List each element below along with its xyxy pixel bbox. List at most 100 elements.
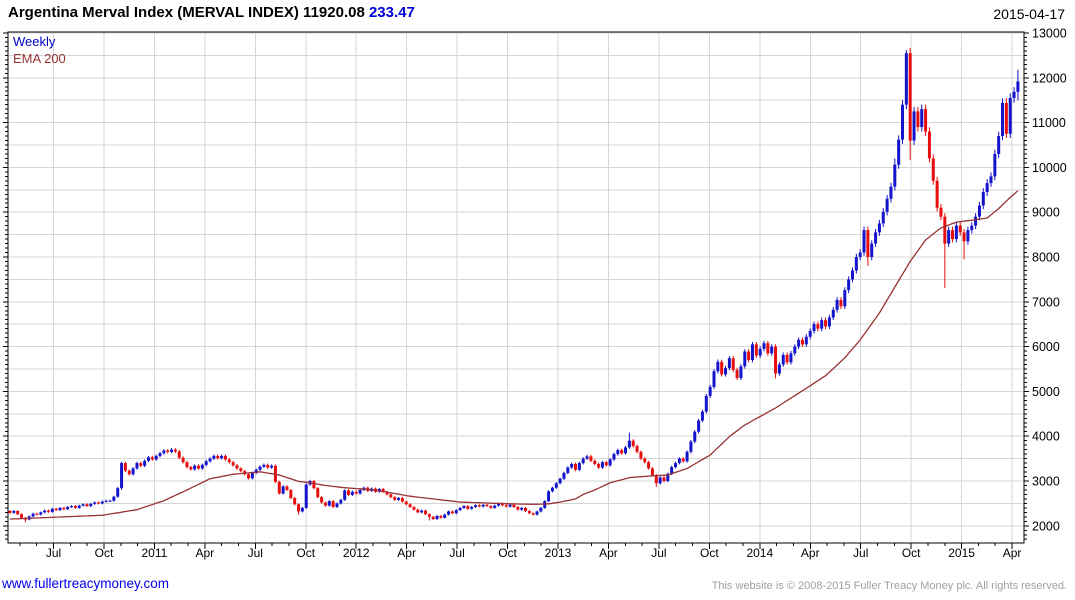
candle [550,486,554,493]
candle [208,457,212,463]
candle [431,515,435,520]
candle [627,432,631,449]
candle [281,485,285,495]
candle [58,506,62,512]
candle [439,515,443,519]
candle [146,455,150,463]
candle [539,506,543,513]
candle [54,507,58,512]
candle [285,485,289,492]
candle [470,506,474,510]
candle [343,489,347,501]
candle [727,355,731,371]
candle [447,510,451,516]
candle [185,460,189,469]
candle [793,344,797,356]
candle [966,226,970,245]
candle [420,509,424,514]
candle [624,445,628,455]
candle [570,462,574,469]
candle [993,149,997,181]
candle [270,464,274,469]
x-tick-label: 2015 [948,546,975,560]
y-tick-label: 7000 [1032,295,1060,309]
y-axis-labels: 2000 3000 4000 5000 6000 7000 8000 9000 10000 110… [1032,27,1067,534]
candle [800,337,804,347]
candle [354,490,358,495]
candle [473,504,477,508]
candle [874,228,878,247]
candle [23,516,27,523]
candle [770,344,774,356]
x-tick-label: Apr [1003,546,1022,560]
candle [600,460,604,469]
candle [20,513,24,519]
candle [116,487,120,498]
candle [901,100,905,144]
x-tick-label: Oct [296,546,315,560]
candle [304,483,308,509]
candle [897,135,901,169]
candle [685,450,689,463]
candle [493,504,497,509]
candle [46,509,50,513]
gridlines [9,32,1023,542]
candle [962,228,966,260]
candle [1008,93,1012,139]
candle [735,367,739,381]
candle [835,297,839,313]
candle [743,349,747,369]
x-tick-label: Oct [902,546,921,560]
candle [820,317,824,332]
candle [731,355,735,373]
candle [931,154,935,185]
candle [635,444,639,454]
candle [904,50,908,110]
candle [697,418,701,434]
candle [997,131,1001,159]
candle [862,226,866,256]
page: Argentina Merval Index (MERVAL INDEX) 11… [0,0,1075,600]
candle [804,334,808,347]
candle [404,500,408,506]
candle [789,350,793,365]
site-link[interactable]: www.fullertreacymoney.com [2,576,169,591]
candle [266,463,270,469]
candle [985,179,989,196]
candle [912,106,916,145]
candle [450,510,454,515]
candle [416,508,420,514]
candle [189,465,193,471]
candle [293,496,297,506]
legend-ema-200: EMA 200 [13,51,66,66]
candle [485,503,489,508]
candle [331,500,335,508]
candle [77,504,81,509]
candle [1016,69,1020,101]
candle [604,460,608,467]
y-tick-label: 3000 [1032,475,1060,489]
candle [462,505,466,509]
candle [397,496,401,501]
candle [154,454,158,461]
candle [158,451,162,458]
candle [477,504,481,508]
candle [747,349,751,363]
candle [847,276,851,294]
candle [400,496,404,503]
candle [785,352,789,365]
candle [358,488,362,495]
candle [720,359,724,377]
candle [831,307,835,321]
candle [393,496,397,501]
candle [531,512,535,516]
candle [350,490,354,496]
candle [193,464,197,471]
candle [300,506,304,513]
candle [674,461,678,469]
candle [689,440,693,454]
candle [712,369,716,389]
candle [554,482,558,489]
candle [66,506,70,511]
candle [608,458,612,467]
